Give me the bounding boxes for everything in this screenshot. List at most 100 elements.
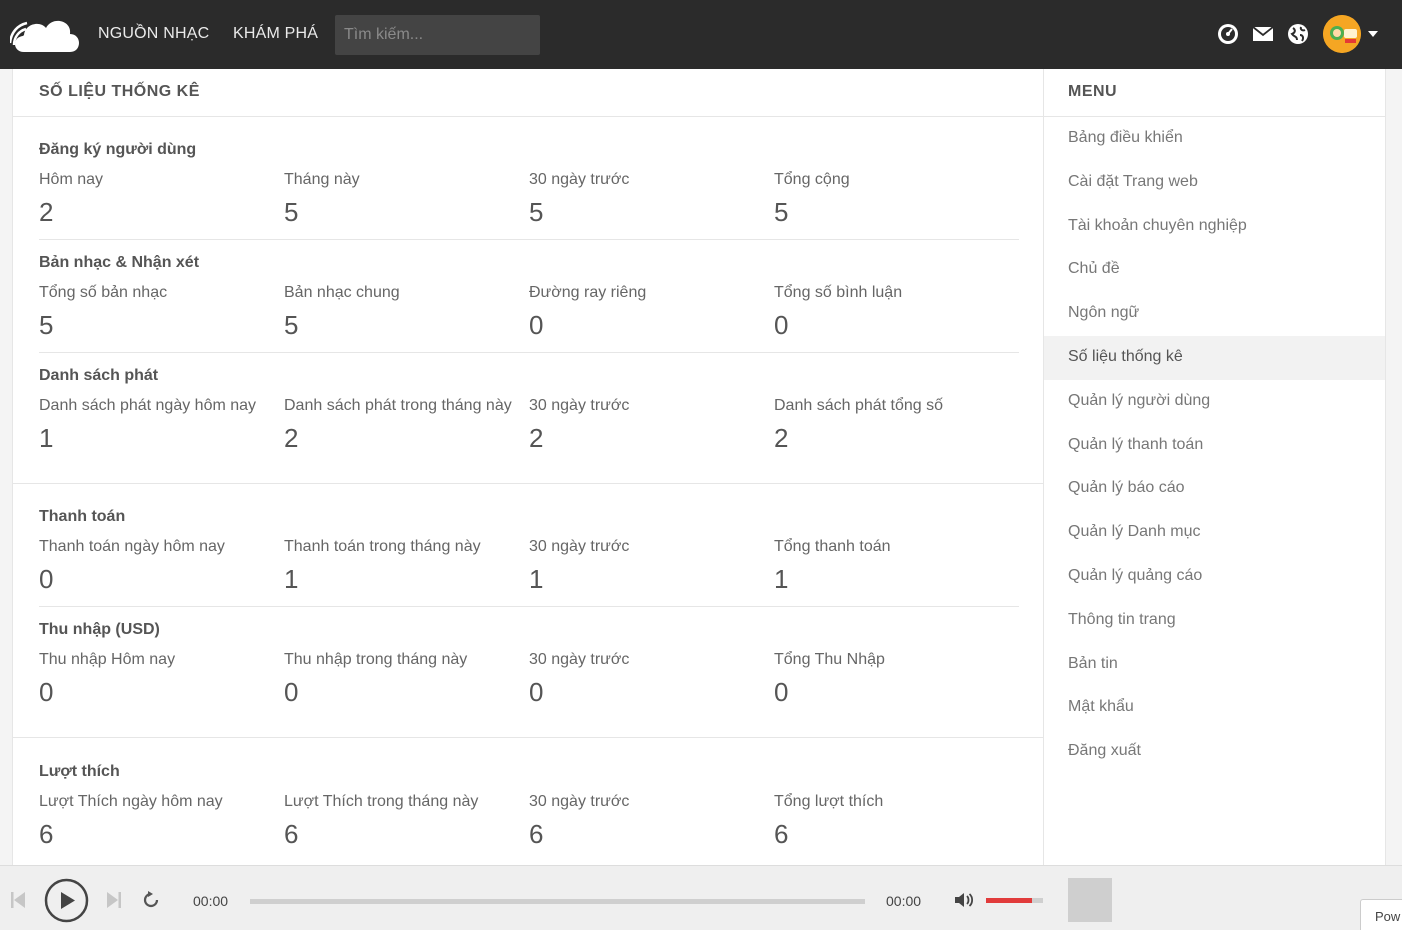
group-title: Lượt thích — [39, 763, 120, 780]
stat-label: 30 ngày trước — [529, 171, 630, 188]
stat-item: Tổng số bản nhạc 5 — [39, 284, 284, 342]
stat-item: Thu nhập Hôm nay 0 — [39, 651, 284, 709]
stat-value: 1 — [529, 564, 544, 594]
stat-item: Thanh toán ngày hôm nay 0 — [39, 538, 284, 596]
sidebar-title: MENU — [1044, 69, 1385, 117]
audio-player: 00:00 00:00 Pow — [0, 865, 1402, 930]
stat-item: Lượt Thích trong tháng này 6 — [284, 793, 529, 851]
stat-item: Tháng này 5 — [284, 171, 529, 229]
sidebar-item-manage-ads[interactable]: Quản lý quảng cáo — [1044, 555, 1385, 599]
dashboard-gauge-icon[interactable] — [1217, 23, 1239, 45]
stat-group-playlists: Danh sách phát Danh sách phát ngày hôm n… — [39, 352, 1019, 465]
stat-group-tracks-comments: Bản nhạc & Nhận xét Tổng số bản nhạc 5 Bả… — [39, 239, 1019, 352]
stat-label: 30 ngày trước — [529, 793, 630, 810]
stat-item: Thanh toán trong tháng này 1 — [284, 538, 529, 596]
stat-label: Hôm nay — [39, 171, 104, 188]
sidebar-item-newsletter[interactable]: Bản tin — [1044, 643, 1385, 687]
stat-item: Thu nhập trong tháng này 0 — [284, 651, 529, 709]
globe-icon[interactable] — [1287, 23, 1309, 45]
stat-item: 30 ngày trước 5 — [529, 171, 774, 229]
volume-slider[interactable] — [986, 898, 1043, 903]
mail-icon[interactable] — [1252, 23, 1274, 45]
stat-group-likes: Lượt thích Lượt Thích ngày hôm nay 6 Lượt… — [39, 763, 1019, 861]
stat-value: 6 — [529, 819, 544, 849]
page-title: SỐ LIỆU THỐNG KÊ — [13, 69, 1043, 117]
admin-sidebar: MENU Bảng điều khiển Cài đặt Trang web T… — [1043, 69, 1386, 865]
stat-value: 6 — [39, 819, 54, 849]
stat-item: Hôm nay 2 — [39, 171, 284, 229]
sidebar-item-pro-accounts[interactable]: Tài khoản chuyên nghiệp — [1044, 205, 1385, 249]
nav-sources-link[interactable]: NGUỒN NHẠC — [98, 25, 209, 43]
powered-by-badge[interactable]: Pow — [1360, 899, 1402, 930]
stat-value: 2 — [284, 423, 299, 453]
sidebar-item-manage-users[interactable]: Quản lý người dùng — [1044, 380, 1385, 424]
next-track-icon[interactable] — [106, 891, 122, 909]
stat-label: 30 ngày trước — [529, 651, 630, 668]
sidebar-item-page-info[interactable]: Thông tin trang — [1044, 599, 1385, 643]
user-avatar[interactable] — [1323, 15, 1361, 53]
stat-item: 30 ngày trước 0 — [529, 651, 774, 709]
stat-item: Danh sách phát ngày hôm nay 1 — [39, 397, 284, 455]
seek-bar[interactable] — [250, 899, 865, 904]
stat-label: Tháng này — [284, 171, 360, 188]
stat-value: 2 — [529, 423, 544, 453]
stat-item: Danh sách phát tổng số 2 — [774, 397, 1019, 455]
stat-item: Bản nhạc chung 5 — [284, 284, 529, 342]
stat-group-payments: Thanh toán Thanh toán ngày hôm nay 0 Than… — [39, 508, 1019, 606]
stat-label: Thu nhập Hôm nay — [39, 651, 176, 668]
group-title: Thu nhập (USD) — [39, 621, 160, 638]
stat-item: Lượt Thích ngày hôm nay 6 — [39, 793, 284, 851]
stat-value: 5 — [774, 197, 789, 227]
stat-item: Tổng cộng 5 — [774, 171, 1019, 229]
stat-group-income: Thu nhập (USD) Thu nhập Hôm nay 0 Thu nhậ… — [39, 606, 1019, 719]
sidebar-item-manage-categories[interactable]: Quản lý Danh mục — [1044, 511, 1385, 555]
stats-block-users: Đăng ký người dùng Hôm nay 2 Tháng này 5 3… — [13, 117, 1043, 484]
stat-value: 0 — [39, 677, 54, 707]
play-button[interactable] — [44, 878, 89, 923]
stat-item: Tổng thanh toán 1 — [774, 538, 1019, 596]
sidebar-item-themes[interactable]: Chủ đề — [1044, 248, 1385, 292]
sidebar-item-password[interactable]: Mật khẩu — [1044, 686, 1385, 730]
sidebar-item-statistics[interactable]: Số liệu thống kê — [1044, 335, 1385, 380]
sidebar-item-manage-reports[interactable]: Quản lý báo cáo — [1044, 467, 1385, 511]
sidebar-item-languages[interactable]: Ngôn ngữ — [1044, 292, 1385, 336]
stat-label: 30 ngày trước — [529, 538, 630, 555]
cloud-logo-icon[interactable] — [10, 12, 82, 56]
stat-value: 0 — [774, 310, 789, 340]
stats-block-payments: Thanh toán Thanh toán ngày hôm nay 0 Than… — [13, 484, 1043, 738]
stat-value: 0 — [39, 564, 54, 594]
statistics-panel: SỐ LIỆU THỐNG KÊ Đăng ký người dùng Hôm … — [12, 69, 1043, 865]
stat-item: 30 ngày trước 6 — [529, 793, 774, 851]
stat-value: 1 — [284, 564, 299, 594]
stat-item: Danh sách phát trong tháng này 2 — [284, 397, 529, 455]
sidebar-item-logout[interactable]: Đăng xuất — [1044, 730, 1385, 774]
repeat-icon[interactable] — [141, 890, 161, 910]
stat-value: 0 — [284, 677, 299, 707]
sidebar-item-site-settings[interactable]: Cài đặt Trang web — [1044, 161, 1385, 205]
group-title: Thanh toán — [39, 508, 126, 525]
stat-label: 30 ngày trước — [529, 397, 630, 414]
stat-item: 30 ngày trước 1 — [529, 538, 774, 596]
stat-value: 2 — [39, 197, 54, 227]
stat-group-registrations: Đăng ký người dùng Hôm nay 2 Tháng này 5 3… — [39, 141, 1019, 239]
sidebar-item-dashboard[interactable]: Bảng điều khiển — [1044, 117, 1385, 161]
stat-label: Bản nhạc chung — [284, 284, 400, 301]
stat-value: 1 — [39, 423, 54, 453]
stat-label: Tổng Thu Nhập — [774, 651, 885, 668]
stat-label: Tổng cộng — [774, 171, 850, 188]
user-menu-caret-icon[interactable] — [1368, 31, 1378, 37]
duration-time: 00:00 — [886, 893, 922, 909]
stat-label: Tổng thanh toán — [774, 538, 891, 555]
stats-block-likes: Lượt thích Lượt Thích ngày hôm nay 6 Lượt… — [13, 738, 1043, 865]
stat-label: Thanh toán trong tháng này — [284, 538, 481, 555]
volume-icon[interactable] — [954, 890, 974, 910]
stat-value: 2 — [774, 423, 789, 453]
stat-value: 0 — [774, 677, 789, 707]
stat-label: Tổng lượt thích — [774, 793, 884, 810]
sidebar-item-manage-payments[interactable]: Quản lý thanh toán — [1044, 424, 1385, 468]
nav-explore-link[interactable]: KHÁM PHÁ — [233, 25, 318, 43]
stat-value: 0 — [529, 310, 544, 340]
previous-track-icon[interactable] — [10, 891, 26, 909]
stat-value: 5 — [529, 197, 544, 227]
search-input[interactable] — [335, 15, 540, 55]
